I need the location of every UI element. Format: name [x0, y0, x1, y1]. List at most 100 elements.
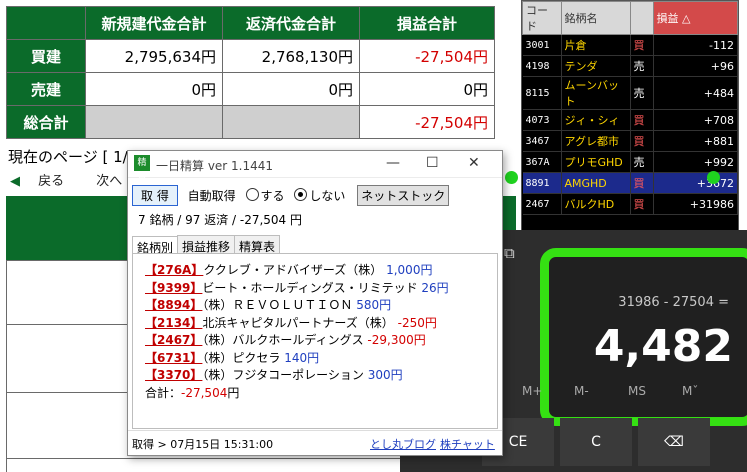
- blog-link[interactable]: とし丸ブログ: [370, 436, 436, 452]
- stock-code-link[interactable]: 【276A】: [145, 263, 203, 277]
- stock-pnl-value: 140円: [284, 350, 320, 365]
- prev-link-label: 戻る: [38, 174, 65, 189]
- close-icon[interactable]: ✕: [468, 155, 480, 171]
- stock-side: 買: [630, 109, 654, 131]
- maximize-icon[interactable]: ☐: [426, 155, 439, 171]
- settlement-item: 【3370】（株）フジタコーポレーション 300円: [145, 367, 449, 385]
- stock-code: 3467: [522, 130, 562, 152]
- last-fetch-status: 取得 > 07月15日 15:31:00: [132, 438, 274, 451]
- summary-header-pnl: 損益合計: [359, 6, 495, 40]
- stock-row[interactable]: 4198 テンダ売 +96: [522, 55, 738, 77]
- stock-side: 買: [630, 130, 654, 152]
- settlement-summary: 7 銘柄 / 97 返済 / -27,504 円: [138, 213, 303, 227]
- stock-pnl-value: -250円: [397, 315, 437, 330]
- col-side[interactable]: [629, 1, 654, 35]
- memory-list-button[interactable]: Mˇ: [682, 384, 698, 398]
- memory-store-button[interactable]: MS: [628, 384, 646, 398]
- grid-line: [6, 260, 7, 472]
- stock-side: 買: [630, 172, 654, 194]
- summary-cell: 2,768,130円: [222, 39, 360, 73]
- memory-add-button[interactable]: M+: [522, 384, 542, 398]
- summary-cell: [85, 105, 223, 139]
- stock-pnl-value: 1,000円: [386, 263, 433, 277]
- stock-pnl-value: 26円: [421, 280, 449, 295]
- stock-pnl-value: 580円: [356, 298, 392, 312]
- auto-fetch-on-label: する: [260, 189, 285, 203]
- summary-corner: [6, 6, 86, 40]
- stock-row[interactable]: 8891AMGHD買+3672: [522, 172, 738, 194]
- stock-code-link[interactable]: 【8894】: [145, 298, 202, 312]
- stock-row[interactable]: 2467 バルクHD 買 +31986: [522, 193, 738, 215]
- stock-side: 買: [630, 34, 654, 56]
- stock-code: 3001: [522, 34, 562, 56]
- auto-fetch-off-label: しない: [309, 189, 346, 203]
- stock-pnl: +992: [653, 151, 738, 173]
- window-toolbar: 取 得 自動取得 する しない ネットストック: [132, 185, 450, 206]
- prev-link[interactable]: ◀ 戻る: [10, 174, 78, 189]
- stock-name: プリモGHD: [561, 151, 631, 173]
- summary-cell: 0円: [222, 72, 360, 106]
- stock-side: 売: [630, 151, 654, 173]
- stock-row[interactable]: 3001 片倉買 -112: [522, 34, 738, 56]
- col-name[interactable]: 銘柄名: [560, 1, 631, 35]
- auto-fetch-on-radio[interactable]: [245, 188, 259, 201]
- stock-code-link[interactable]: 【2134】: [145, 316, 202, 330]
- stock-row[interactable]: 8115 ムーンバット売 +484: [522, 76, 738, 110]
- stock-row[interactable]: 4073 ジィ・シィ買 +708: [522, 109, 738, 131]
- settlement-item: 【9399】ビート・ホールディングス・リミテッド 26円: [145, 280, 449, 298]
- stock-name: バルクHD: [561, 193, 631, 215]
- stock-company-name: （株）ＲＥＶＯＬＵＴＩＯＮ: [202, 298, 353, 312]
- summary-row-total-label: 総合計: [6, 105, 86, 139]
- col-pnl[interactable]: 損益 △: [652, 1, 738, 35]
- stock-company-name: ビート・ホールディングス・リミテッド: [202, 280, 418, 295]
- stock-code-link[interactable]: 【9399】: [145, 281, 202, 295]
- position-list-window: コード 銘柄名 損益 △ 3001 片倉買 -112 4198 テンダ売 +96 8115 ム…: [521, 0, 739, 232]
- stock-row[interactable]: 3467 アグレ都市買 +881: [522, 130, 738, 152]
- tab-panel: 【276A】ククレブ・アドバイザーズ（株） 1,000円【9399】ビート・ホー…: [132, 253, 498, 429]
- chat-link[interactable]: 株チャット: [440, 436, 495, 452]
- stock-company-name: （株）ピクセラ: [202, 350, 281, 365]
- settlement-item: 【2134】北浜キャピタルパートナーズ（株） -250円: [145, 315, 449, 333]
- stock-side: 買: [630, 193, 654, 215]
- net-stock-button[interactable]: ネットストック: [357, 185, 450, 206]
- keep-on-top-icon[interactable]: ⧉: [504, 244, 515, 262]
- backspace-button[interactable]: ⌫: [638, 418, 710, 466]
- fetch-button[interactable]: 取 得: [132, 185, 178, 206]
- stock-pnl: +96: [653, 55, 738, 77]
- stock-code-link[interactable]: 【6731】: [145, 351, 202, 365]
- summary-header-new: 新規建代金合計: [85, 6, 223, 40]
- stock-pnl: +881: [653, 130, 738, 152]
- next-link-label: 次へ: [96, 174, 123, 189]
- minimize-icon[interactable]: —: [386, 155, 400, 171]
- green-marker-dot: [505, 171, 518, 184]
- stock-row[interactable]: 367A プリモGHD 売 +992: [522, 151, 738, 173]
- clear-button[interactable]: C: [560, 418, 632, 466]
- stock-company-name: ククレブ・アドバイザーズ（株）: [203, 263, 383, 277]
- stock-code: 367A: [522, 151, 562, 173]
- calculator-expression: 31986 - 27504 =: [618, 295, 729, 310]
- col-code[interactable]: コード: [522, 1, 562, 35]
- stock-code-link[interactable]: 【2467】: [145, 333, 202, 347]
- stock-name: AMGHD: [561, 172, 631, 194]
- auto-fetch-label: 自動取得: [187, 189, 236, 203]
- summary-cell: 0円: [85, 72, 223, 106]
- stock-company-name: 北浜キャピタルパートナーズ（株）: [202, 315, 394, 330]
- sort-asc-icon: △: [682, 12, 691, 25]
- total-line: 合計：-27,504円: [145, 385, 449, 403]
- triangle-left-icon: ◀: [10, 174, 20, 189]
- stock-name: アグレ都市: [561, 130, 631, 152]
- stock-pnl: -112: [653, 34, 738, 56]
- stock-side: 売: [630, 76, 654, 110]
- auto-fetch-off-radio[interactable]: [294, 188, 308, 201]
- settlement-item: 【2467】（株）バルクホールディングス -29,300円: [145, 332, 449, 350]
- stock-side: 売: [630, 55, 654, 77]
- memory-subtract-button[interactable]: M-: [574, 384, 589, 398]
- stock-code-link[interactable]: 【3370】: [145, 368, 202, 382]
- summary-cell: 0円: [359, 72, 495, 106]
- col-pnl-label: 損益: [656, 12, 679, 25]
- window-title: 一日精算 ver 1.1441: [156, 159, 274, 173]
- summary-header-repay: 返済代金合計: [222, 6, 360, 40]
- summary-cell: 2,795,634円: [85, 39, 223, 73]
- window-titlebar[interactable]: 精算 一日精算 ver 1.1441 — ☐ ✕: [128, 151, 502, 184]
- settlement-item: 【8894】（株）ＲＥＶＯＬＵＴＩＯＮ 580円: [145, 297, 449, 315]
